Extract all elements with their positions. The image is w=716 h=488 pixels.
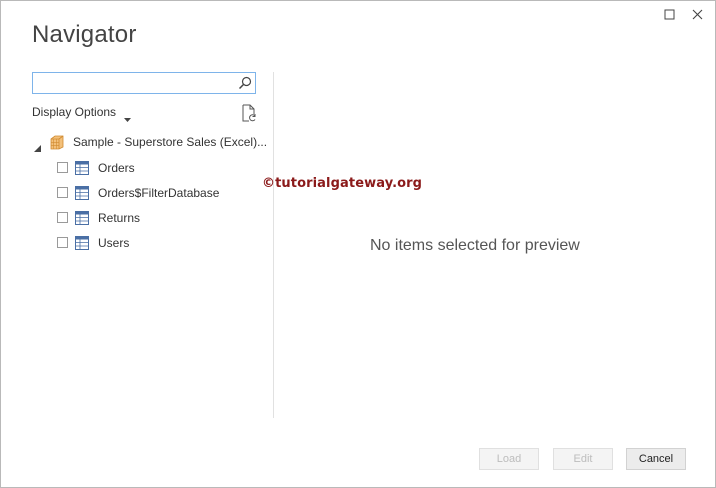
- tree-item-orders[interactable]: Orders: [57, 159, 257, 177]
- tree-root-node[interactable]: Sample - Superstore Sales (Excel)...: [34, 134, 274, 152]
- window-title: Navigator: [32, 21, 137, 48]
- close-icon[interactable]: [690, 7, 706, 23]
- chevron-down-icon: [124, 111, 131, 122]
- refresh-icon[interactable]: [240, 104, 257, 122]
- load-button[interactable]: Load: [479, 448, 539, 470]
- tree-item-returns[interactable]: Returns: [57, 209, 257, 227]
- display-options-dropdown[interactable]: Display Options: [32, 105, 131, 122]
- checkbox[interactable]: [57, 187, 68, 198]
- display-options-label: Display Options: [32, 105, 117, 119]
- table-icon: [75, 211, 89, 225]
- tree-item-label: Orders: [98, 161, 135, 175]
- tree-item-orders-filterdatabase[interactable]: Orders$FilterDatabase: [57, 184, 257, 202]
- watermark: ©tutorialgateway.org: [262, 176, 423, 191]
- maximize-icon[interactable]: [662, 7, 678, 23]
- search-box: [32, 72, 256, 94]
- checkbox[interactable]: [57, 212, 68, 223]
- checkbox[interactable]: [57, 162, 68, 173]
- expand-triangle-icon[interactable]: [34, 139, 41, 152]
- pane-divider[interactable]: [273, 72, 274, 418]
- checkbox[interactable]: [57, 237, 68, 248]
- navigator-window: Navigator Display Options Sample - Super…: [0, 0, 716, 488]
- tree-item-label: Orders$FilterDatabase: [98, 186, 220, 200]
- preview-empty-message: No items selected for preview: [370, 237, 580, 254]
- cancel-button[interactable]: Cancel: [626, 448, 686, 470]
- table-icon: [75, 236, 89, 250]
- tree-item-label: Users: [98, 236, 130, 250]
- table-icon: [75, 186, 89, 200]
- tree-root-label: Sample - Superstore Sales (Excel)...: [73, 135, 268, 149]
- edit-button[interactable]: Edit: [553, 448, 613, 470]
- tree-item-label: Returns: [98, 211, 141, 225]
- search-input[interactable]: [35, 74, 233, 92]
- table-icon: [75, 161, 89, 175]
- search-icon[interactable]: [238, 76, 252, 90]
- tree-item-users[interactable]: Users: [57, 234, 257, 252]
- excel-workbook-icon: [49, 135, 65, 150]
